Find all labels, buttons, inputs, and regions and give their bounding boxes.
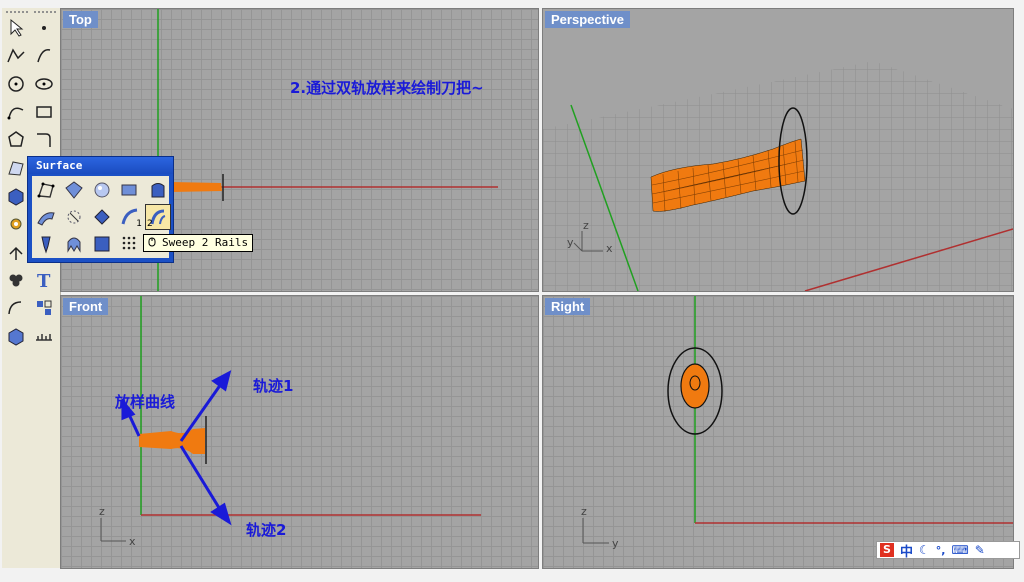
- ime-logo-icon[interactable]: S: [880, 543, 894, 557]
- surface-from-edges-icon[interactable]: [62, 178, 86, 202]
- flyout-title[interactable]: Surface: [28, 157, 173, 174]
- punctuation-icon[interactable]: °,: [936, 544, 946, 557]
- viewport-right[interactable]: z y Right: [542, 295, 1014, 569]
- axis-y-label: y: [567, 236, 574, 249]
- handle-surface: [171, 182, 222, 192]
- settings-icon[interactable]: ✎: [975, 543, 985, 557]
- point-icon[interactable]: [32, 16, 56, 40]
- fillet-icon[interactable]: [32, 128, 56, 152]
- network-surface-icon[interactable]: [90, 205, 114, 229]
- badge-1: 1: [136, 219, 142, 229]
- render-icon[interactable]: [32, 324, 56, 348]
- gear-icon[interactable]: [4, 212, 28, 236]
- annotation-rail-1: 轨迹1: [253, 377, 294, 395]
- handle-section: [680, 363, 710, 409]
- surface-from-points-icon[interactable]: [34, 178, 58, 202]
- badge-2: 2: [147, 219, 153, 229]
- moon-icon[interactable]: ☾: [919, 543, 930, 557]
- annotation-lofting-curve: 放样曲线: [115, 393, 176, 411]
- extrude-surface-icon[interactable]: [146, 178, 170, 202]
- main-toolbar: T: [2, 8, 61, 568]
- point-cloud-icon[interactable]: [32, 44, 56, 68]
- polyline-icon[interactable]: [4, 44, 28, 68]
- axis-x-label: x: [129, 535, 136, 548]
- rectangle-icon[interactable]: [32, 100, 56, 124]
- ime-mode[interactable]: 中: [900, 541, 913, 560]
- rectangle-plane-icon[interactable]: [118, 178, 142, 202]
- annotation-rail-2: 轨迹2: [246, 521, 287, 539]
- dimension-icon[interactable]: [4, 296, 28, 320]
- patch-icon[interactable]: [34, 232, 58, 256]
- curve-icon[interactable]: [4, 100, 28, 124]
- block-icon[interactable]: [32, 296, 56, 320]
- annotation-top-note: 2.通过双轨放样来绘制刀把~: [290, 79, 484, 97]
- array-icon[interactable]: [4, 268, 28, 292]
- select-arrow-icon[interactable]: [4, 16, 28, 40]
- sweep-2-rails-icon[interactable]: 2: [145, 204, 171, 230]
- keyboard-icon[interactable]: ⌨: [951, 543, 968, 557]
- surface-icon[interactable]: [4, 156, 28, 180]
- sphere-icon[interactable]: [90, 178, 114, 202]
- toolbar-grip[interactable]: [33, 10, 57, 14]
- sweep-1-rail-icon[interactable]: 1: [118, 205, 142, 229]
- viewport-label: Front: [63, 298, 109, 315]
- axis-x-label: x: [606, 242, 613, 255]
- axis-z-label: z: [581, 505, 587, 518]
- svg-text:T: T: [37, 271, 51, 290]
- ime-tray: S 中 ☾ °, ⌨ ✎: [876, 541, 1020, 560]
- handle-profile: [139, 428, 205, 454]
- drape-icon[interactable]: [62, 232, 86, 256]
- ellipse-icon[interactable]: [32, 72, 56, 96]
- box-icon[interactable]: [4, 184, 28, 208]
- axis-widget: [582, 518, 609, 544]
- front-view-canvas: z x: [99, 296, 481, 548]
- viewport-perspective[interactable]: z x y Perspective: [542, 8, 1014, 292]
- axis-z-label: z: [99, 505, 105, 518]
- axis-widget: [100, 518, 126, 542]
- tooltip-text: Sweep 2 Rails: [162, 236, 249, 249]
- circle-icon[interactable]: [4, 72, 28, 96]
- mouse-icon: [148, 237, 156, 247]
- viewport-front[interactable]: z x Front: [60, 295, 539, 569]
- point-grid-icon[interactable]: [118, 232, 142, 256]
- viewport-label: Top: [63, 11, 98, 28]
- polygon-icon[interactable]: [4, 128, 28, 152]
- loft-icon[interactable]: [34, 205, 58, 229]
- toolbar-grip[interactable]: [5, 10, 29, 14]
- perspective-canvas: z x y: [543, 61, 1013, 291]
- text-icon[interactable]: T: [32, 268, 56, 292]
- right-view-canvas: z y: [581, 296, 1013, 550]
- revolve-icon[interactable]: [62, 205, 86, 229]
- transform-icon[interactable]: [4, 240, 28, 264]
- tooltip: Sweep 2 Rails: [143, 234, 254, 252]
- heightfield-icon[interactable]: [90, 232, 114, 256]
- mesh-icon[interactable]: [4, 324, 28, 348]
- viewport-label: Right: [545, 298, 591, 315]
- axis-y-label: y: [612, 537, 619, 550]
- viewport-label: Perspective: [545, 11, 630, 28]
- axis-z-label: z: [583, 219, 589, 232]
